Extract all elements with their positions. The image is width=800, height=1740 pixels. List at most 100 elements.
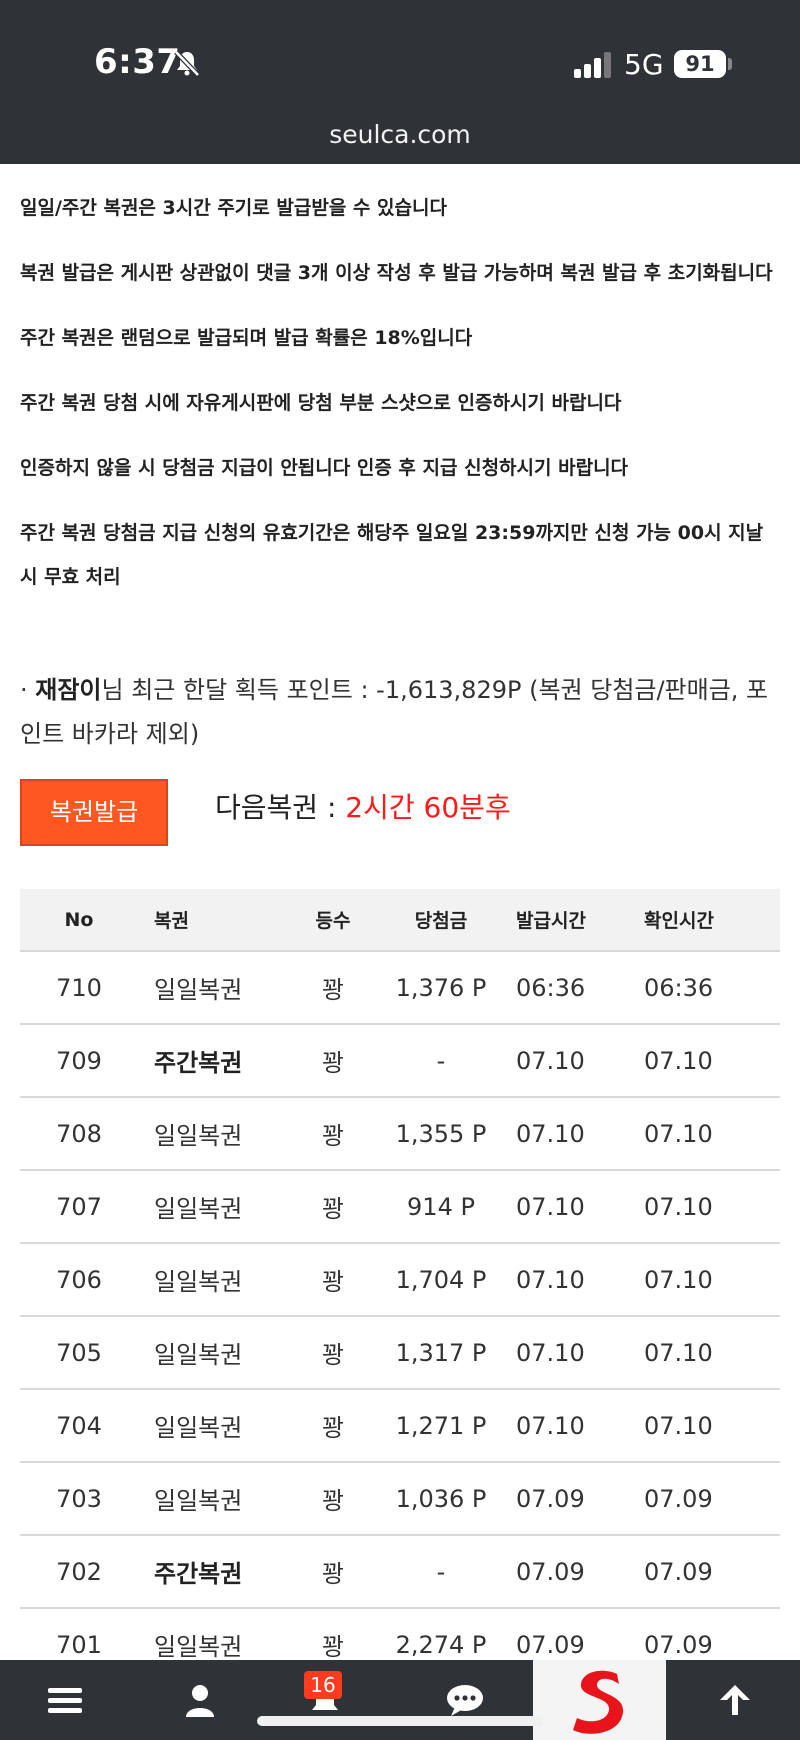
cell-issued: 06:36 [516,973,586,1002]
battery-tip [728,58,732,70]
cell-rank: 꽝 [321,1414,345,1442]
table-row: 710 일일복권 꽝 1,376 P 06:36 06:36 [20,952,780,1025]
cell-rank: 꽝 [321,1633,345,1661]
next-lottery: 다음복권 : 2시간 60분후 [215,786,511,830]
cell-rank: 꽝 [321,1195,345,1223]
cell-checked: 07.10 [644,1046,713,1075]
cell-no: 702 [56,1557,102,1586]
cell-issued: 07.09 [516,1484,585,1513]
cell-no: 701 [56,1630,102,1659]
top-bar: 6:37 5G 91 seulca.com [0,0,800,164]
network-type: 5G [624,48,664,81]
cell-type: 일일복권 [154,976,243,1004]
table-row: 707 일일복권 꽝 914 P 07.10 07.10 [20,1171,780,1244]
next-lottery-label: 다음복권 : [215,791,346,824]
table-row: 703 일일복권 꽝 1,036 P 07.09 07.09 [20,1463,780,1536]
cell-rank: 꽝 [321,1487,345,1515]
cell-prize: 1,317 P [395,1338,487,1367]
cell-no: 707 [56,1192,102,1221]
table-row: 705 일일복권 꽝 1,317 P 07.10 07.10 [20,1317,780,1390]
cell-type: 일일복권 [154,1414,243,1442]
table-row: 702 주간복권 꽝 - 07.09 07.09 [20,1536,780,1609]
cell-checked: 07.10 [644,1192,713,1221]
header-prize: 당첨금 [414,910,468,932]
cell-type: 일일복권 [154,1341,243,1369]
cell-checked: 07.10 [644,1411,713,1440]
cell-no: 704 [56,1411,102,1440]
cell-no: 703 [56,1484,102,1513]
cell-prize: 1,036 P [395,1484,487,1513]
status-time: 6:37 [94,42,181,82]
notice-item: 주간 복권은 랜덤으로 발급되며 발급 확률은 18%입니다 [20,327,473,349]
notice-item: 인증하지 않을 시 당첨금 지급이 안됩니다 인증 후 지급 신청하시기 바랍니… [20,457,629,479]
cell-type: 일일복권 [154,1195,243,1223]
next-lottery-time: 2시간 60분후 [345,791,511,824]
cell-type: 일일복권 [154,1122,243,1150]
cell-prize: 1,355 P [395,1119,487,1148]
bell-muted-icon [174,50,200,77]
lottery-table: No 복권 등수 당첨금 발급시간 확인시간 710 일일복권 꽝 1,376 P 06… [20,889,780,1682]
table-row: 709 주간복권 꽝 - 07.10 07.10 [20,1025,780,1098]
cell-prize: 914 P [407,1192,475,1221]
cell-issued: 07.10 [516,1046,585,1075]
menu-icon[interactable] [30,1660,100,1740]
header-type: 복권 [154,910,189,932]
table-row: 706 일일복권 꽝 1,704 P 07.10 07.10 [20,1244,780,1317]
cell-prize: 1,271 P [395,1411,487,1440]
cell-checked: 07.09 [644,1484,713,1513]
notice-item: 일일/주간 복권은 3시간 주기로 발급받을 수 있습니다 [20,197,447,219]
cell-type: 일일복권 [154,1268,243,1296]
cell-checked: 07.09 [644,1630,713,1659]
cell-issued: 07.10 [516,1411,585,1440]
table-row: 704 일일복권 꽝 1,271 P 07.10 07.10 [20,1390,780,1463]
cell-no: 708 [56,1119,102,1148]
header-checked: 확인시간 [644,910,714,932]
arrow-up-icon[interactable] [700,1660,770,1740]
cell-prize: - [436,1046,446,1075]
cell-checked: 07.10 [644,1119,713,1148]
username: 재잠이 [35,676,102,704]
cell-checked: 07.10 [644,1265,713,1294]
table-row: 708 일일복권 꽝 1,355 P 07.10 07.10 [20,1098,780,1171]
cell-issued: 07.09 [516,1630,585,1659]
cell-type: 일일복권 [154,1633,243,1661]
table-body: 710 일일복권 꽝 1,376 P 06:36 06:36 709 주간복권 꽝 -07.10 0… [20,952,780,1682]
user-icon[interactable] [165,1660,235,1740]
cell-issued: 07.10 [516,1192,585,1221]
cell-issued: 07.09 [516,1557,585,1586]
notice-list: 일일/주간 복권은 3시간 주기로 발급받을 수 있습니다 복권 발급은 게시판… [20,186,782,620]
monthly-points: · 재잠이님 최근 한달 획득 포인트 : -1,613,829P (복권 당첨… [20,668,790,756]
chat-icon[interactable] [430,1660,500,1740]
header-issued: 발급시간 [516,910,586,932]
cell-rank: 꽝 [321,976,345,1004]
logo-icon[interactable] [533,1660,666,1740]
points-text: 님 최근 한달 획득 포인트 : -1,613,829P (복권 당첨금/판매금… [20,676,769,748]
cell-prize: - [436,1557,446,1586]
cell-no: 706 [56,1265,102,1294]
cell-type: 일일복권 [154,1487,243,1515]
header-no: No [64,908,94,931]
header-rank: 등수 [315,910,351,932]
home-indicator [257,1716,543,1726]
signal-icon [574,52,612,78]
cell-no: 710 [56,973,102,1002]
cell-checked: 07.09 [644,1557,713,1586]
cell-prize: 2,274 P [395,1630,487,1659]
issue-lottery-button[interactable]: 복권발급 [20,779,168,846]
cell-issued: 07.10 [516,1119,585,1148]
cell-rank: 꽝 [321,1560,345,1588]
notice-item: 복권 발급은 게시판 상관없이 댓글 3개 이상 작성 후 발급 가능하며 복권… [20,262,773,284]
notification-badge: 16 [304,1671,342,1699]
cell-type: 주간복권 [154,1049,243,1077]
cell-no: 705 [56,1338,102,1367]
cell-issued: 07.10 [516,1265,585,1294]
cell-checked: 06:36 [644,973,714,1002]
cell-rank: 꽝 [321,1268,345,1296]
cell-prize: 1,376 P [395,973,487,1002]
url-bar[interactable]: seulca.com [0,120,800,149]
cell-issued: 07.10 [516,1338,585,1367]
cell-checked: 07.10 [644,1338,713,1367]
table-header: No 복권 등수 당첨금 발급시간 확인시간 [20,889,780,952]
battery-icon: 91 [674,50,726,78]
cell-rank: 꽝 [321,1049,345,1077]
